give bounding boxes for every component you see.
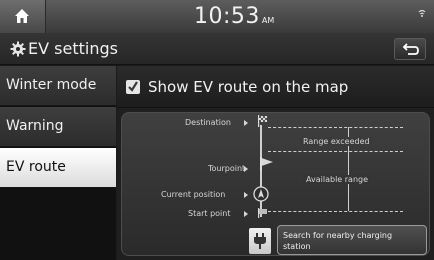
sidebar-item-warning[interactable]: Warning: [0, 107, 116, 147]
current-position-icon: [253, 186, 269, 202]
tourpoint-flag-icon: [260, 157, 273, 171]
tourpoint-arrow-icon: [244, 166, 248, 172]
range-bottom-line: [268, 211, 403, 212]
clock-ampm: AM: [261, 16, 275, 25]
gear-icon: [10, 41, 26, 57]
range-exceeded-label: Range exceeded: [300, 137, 373, 146]
search-charging-station-button[interactable]: Search for nearby charging station: [277, 225, 427, 255]
route-line: [260, 125, 262, 217]
status-bar: 10:53 AM: [0, 0, 434, 33]
sidebar: Winter mode Warning EV route: [0, 66, 116, 260]
start-point-label: Start point: [188, 209, 231, 218]
sidebar-item-label: Winter mode: [6, 77, 97, 93]
destination-flag-icon: [258, 115, 267, 127]
range-top-line: [268, 127, 403, 128]
sidebar-item-label: Warning: [6, 118, 64, 134]
current-position-label: Current position: [161, 190, 226, 199]
current-position-arrow-icon: [244, 192, 248, 198]
main-content: Show EV route on the map Destination Tou…: [117, 66, 434, 260]
sidebar-item-winter-mode[interactable]: Winter mode: [0, 66, 116, 106]
checkmark-icon: [128, 81, 138, 92]
clock-time: 10:53: [194, 4, 260, 29]
destination-label: Destination: [185, 118, 231, 127]
ev-route-diagram: Destination Tourpoint Current position S…: [121, 112, 430, 256]
show-ev-route-checkbox[interactable]: [126, 80, 140, 94]
show-ev-route-option[interactable]: Show EV route on the map: [117, 66, 434, 108]
tourpoint-label: Tourpoint: [208, 164, 246, 173]
start-point-flag-icon: [258, 208, 267, 218]
charging-station-button[interactable]: [249, 228, 271, 254]
title-bar: EV settings: [0, 33, 434, 65]
range-limit-line: [268, 151, 403, 152]
home-button[interactable]: [0, 0, 46, 33]
page-title: EV settings: [28, 39, 118, 58]
start-point-arrow-icon: [244, 211, 248, 217]
charging-plug-icon: [254, 233, 266, 249]
available-range-label: Available range: [303, 175, 372, 184]
home-icon: [15, 9, 29, 23]
back-button[interactable]: [394, 38, 426, 60]
sidebar-item-ev-route[interactable]: EV route: [0, 148, 116, 188]
show-ev-route-label: Show EV route on the map: [148, 78, 349, 96]
sidebar-item-label: EV route: [6, 159, 66, 175]
wifi-icon: [418, 9, 426, 17]
destination-arrow-icon: [244, 120, 248, 126]
clock: 10:53 AM: [194, 4, 274, 30]
back-arrow-icon: [402, 43, 419, 55]
